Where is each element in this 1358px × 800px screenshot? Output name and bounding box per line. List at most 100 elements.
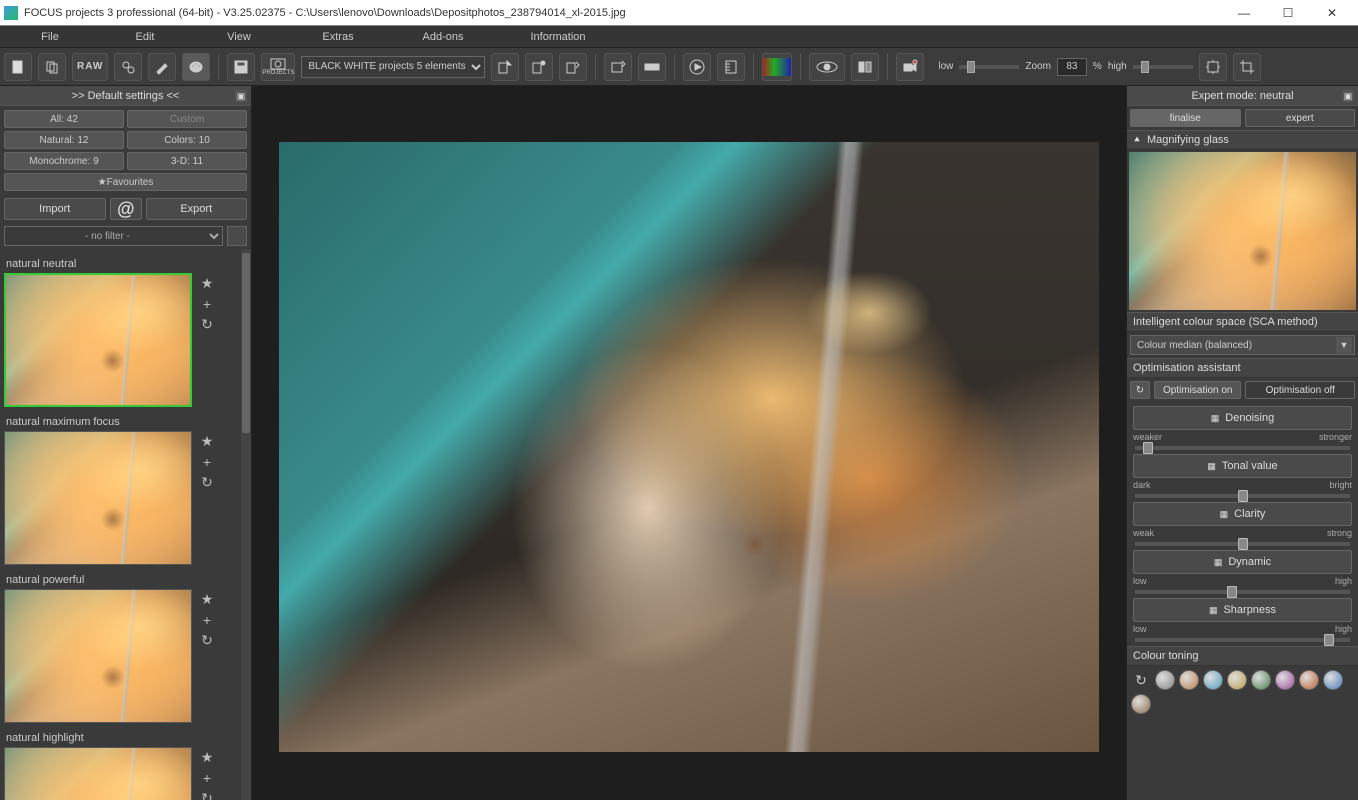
slider-tonal-value-button[interactable]: ▦ Tonal value <box>1133 454 1352 478</box>
slider-denoising-button[interactable]: ▦ Denoising <box>1133 406 1352 430</box>
zoom-slider-high[interactable] <box>1133 65 1193 69</box>
brush-icon[interactable] <box>148 53 176 81</box>
scrollbar[interactable] <box>241 249 251 800</box>
tone-swatch[interactable] <box>1227 670 1247 690</box>
plus-icon[interactable]: + <box>203 612 211 628</box>
export-button[interactable]: Export <box>146 198 248 220</box>
zoom-slider-low[interactable] <box>959 65 1019 69</box>
magnifier-preview[interactable] <box>1129 152 1356 310</box>
slider-tonal-value[interactable] <box>1135 494 1350 498</box>
at-button[interactable]: @ <box>110 198 142 220</box>
filter-favourites[interactable]: ★ Favourites <box>4 173 247 191</box>
refresh-icon[interactable]: ↻ <box>1130 381 1150 399</box>
histogram-icon[interactable] <box>762 53 792 81</box>
collapse-icon[interactable]: ▣ <box>1342 90 1354 102</box>
slider-sharpness-button[interactable]: ▦ Sharpness <box>1133 598 1352 622</box>
menu-addons[interactable]: Add-ons <box>388 26 498 48</box>
star-icon[interactable]: ★ <box>201 433 214 450</box>
undo-icon[interactable] <box>604 53 632 81</box>
crop-icon[interactable] <box>1233 53 1261 81</box>
export-icon-3[interactable] <box>559 53 587 81</box>
plus-icon[interactable]: + <box>203 770 211 786</box>
refresh-icon[interactable]: ↻ <box>201 632 213 649</box>
filter-colors[interactable]: Colors: 10 <box>127 131 247 149</box>
zoom-pct: % <box>1093 61 1102 72</box>
preset-label: natural powerful <box>4 571 247 589</box>
plus-icon[interactable]: + <box>203 296 211 312</box>
play-icon[interactable] <box>683 53 711 81</box>
menu-edit[interactable]: Edit <box>100 26 190 48</box>
filter-monochrome[interactable]: Monochrome: 9 <box>4 152 124 170</box>
export-icon-1[interactable] <box>491 53 519 81</box>
record-icon[interactable] <box>896 53 924 81</box>
export-icon-2[interactable] <box>525 53 553 81</box>
filter-menu-icon[interactable] <box>227 226 247 246</box>
optimisation-on-button[interactable]: Optimisation on <box>1154 381 1241 399</box>
new-doc-icon[interactable] <box>4 53 32 81</box>
filter-custom[interactable]: Custom <box>127 110 247 128</box>
preset-thumbnail[interactable] <box>4 747 192 800</box>
preset-dropdown[interactable]: BLACK WHITE projects 5 elements <box>301 56 485 78</box>
tab-expert[interactable]: expert <box>1245 109 1356 127</box>
batch-icon[interactable] <box>638 53 666 81</box>
tone-swatch[interactable] <box>1155 670 1175 690</box>
toning-refresh-icon[interactable]: ↻ <box>1131 670 1151 690</box>
filter-natural[interactable]: Natural: 12 <box>4 131 124 149</box>
toolbar: RAW PROJECTS BLACK WHITE projects 5 elem… <box>0 48 1358 86</box>
tone-swatch[interactable] <box>1323 670 1343 690</box>
tone-swatch[interactable] <box>1275 670 1295 690</box>
magnifying-header[interactable]: ⯅Magnifying glass <box>1127 130 1358 150</box>
ruler-icon[interactable] <box>717 53 745 81</box>
menu-file[interactable]: File <box>0 26 100 48</box>
star-icon[interactable]: ★ <box>201 749 214 766</box>
maximize-button[interactable]: ☐ <box>1266 2 1310 24</box>
preset-thumbnail[interactable] <box>4 589 192 723</box>
menu-extras[interactable]: Extras <box>288 26 388 48</box>
slider-dynamic-button[interactable]: ▦ Dynamic <box>1133 550 1352 574</box>
star-icon[interactable]: ★ <box>201 275 214 292</box>
presets-list[interactable]: natural neutral ★ + ↻ natural maximum fo… <box>0 249 251 800</box>
canvas-area[interactable] <box>252 86 1126 800</box>
tab-finalise[interactable]: finalise <box>1130 109 1241 127</box>
refresh-icon[interactable]: ↻ <box>201 790 213 800</box>
eye-icon[interactable] <box>809 53 845 81</box>
menu-view[interactable]: View <box>190 26 288 48</box>
raw-button[interactable]: RAW <box>72 53 108 81</box>
close-button[interactable]: ✕ <box>1310 2 1354 24</box>
tone-swatch[interactable] <box>1251 670 1271 690</box>
zoom-input[interactable] <box>1057 58 1087 76</box>
star-icon[interactable]: ★ <box>201 591 214 608</box>
gears-icon[interactable] <box>114 53 142 81</box>
filter-3d[interactable]: 3-D: 11 <box>127 152 247 170</box>
slider-denoising[interactable] <box>1135 446 1350 450</box>
optimisation-off-button[interactable]: Optimisation off <box>1245 381 1355 399</box>
save-icon[interactable] <box>227 53 255 81</box>
copy-icon[interactable] <box>38 53 66 81</box>
filter-dropdown[interactable]: - no filter - <box>4 226 223 246</box>
fit-icon[interactable] <box>1199 53 1227 81</box>
compare-icon[interactable] <box>851 53 879 81</box>
refresh-icon[interactable]: ↻ <box>201 316 213 333</box>
tone-swatch[interactable] <box>1131 694 1151 714</box>
slider-dynamic[interactable] <box>1135 590 1350 594</box>
projects-icon[interactable]: PROJECTS <box>261 53 295 81</box>
palette-icon[interactable] <box>182 53 210 81</box>
plus-icon[interactable]: + <box>203 454 211 470</box>
window-title: FOCUS projects 3 professional (64-bit) -… <box>24 7 1222 19</box>
zoom-low-label: low <box>938 61 953 72</box>
preset-thumbnail[interactable] <box>4 273 192 407</box>
slider-sharpness[interactable] <box>1135 638 1350 642</box>
slider-clarity-button[interactable]: ▦ Clarity <box>1133 502 1352 526</box>
import-button[interactable]: Import <box>4 198 106 220</box>
tone-swatch[interactable] <box>1299 670 1319 690</box>
tone-swatch[interactable] <box>1203 670 1223 690</box>
tone-swatch[interactable] <box>1179 670 1199 690</box>
sca-dropdown[interactable]: Colour median (balanced)▼ <box>1130 335 1355 355</box>
slider-clarity[interactable] <box>1135 542 1350 546</box>
preset-thumbnail[interactable] <box>4 431 192 565</box>
minimize-button[interactable]: — <box>1222 2 1266 24</box>
filter-all[interactable]: All: 42 <box>4 110 124 128</box>
refresh-icon[interactable]: ↻ <box>201 474 213 491</box>
collapse-icon[interactable]: ▣ <box>235 90 247 102</box>
menu-information[interactable]: Information <box>498 26 618 48</box>
